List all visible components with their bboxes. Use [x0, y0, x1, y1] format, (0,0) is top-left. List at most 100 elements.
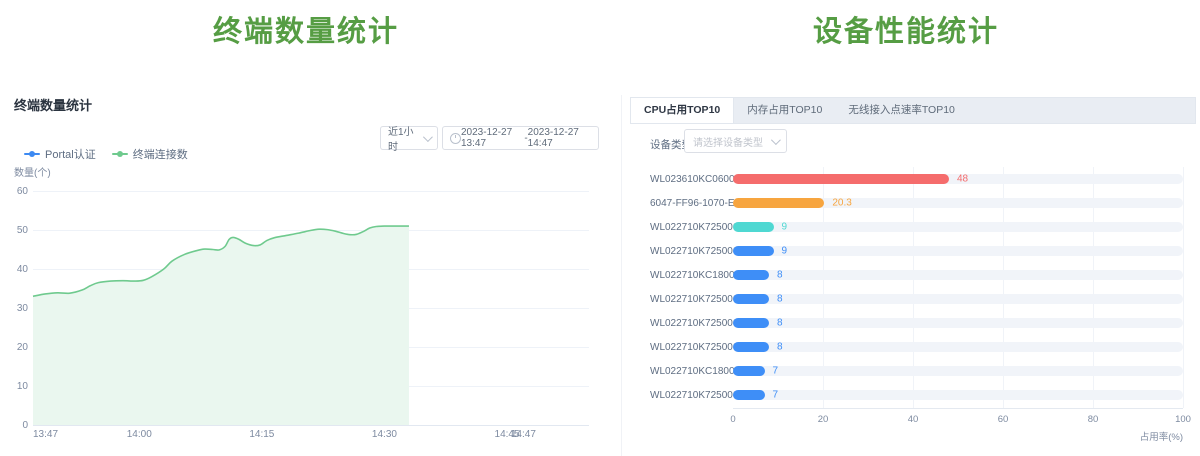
bar-fill	[733, 198, 824, 208]
bar-row: WL022710K725000470 7	[650, 383, 1183, 407]
bar-track: 8	[733, 294, 1183, 304]
bar-category-label: WL022710K725000102	[650, 222, 733, 233]
line-chart-svg	[33, 191, 589, 425]
bar-fill	[733, 174, 949, 184]
y-axis-title: 数量(个)	[14, 164, 51, 179]
bar-row: WL022710K725000307 8	[650, 311, 1183, 335]
chevron-down-icon	[771, 135, 781, 145]
bar-fill	[733, 342, 769, 352]
bar-fill	[733, 222, 774, 232]
bar-value-label: 8	[777, 342, 783, 353]
bar-track: 8	[733, 342, 1183, 352]
x-axis-unit: 占用率(%)	[1140, 429, 1183, 443]
y-tick-label: 30	[6, 303, 28, 314]
y-tick-label: 20	[6, 342, 28, 353]
bar-value-label: 8	[777, 318, 783, 329]
x-tick-label: 20	[818, 414, 829, 425]
bar-row: WL022710K725000369 8	[650, 335, 1183, 359]
bar-category-label: WL022710K725000272	[650, 294, 733, 305]
performance-tabs: CPU占用TOP10内存占用TOP10无线接入点速率TOP10	[630, 97, 1196, 124]
y-tick-label: 0	[6, 420, 28, 431]
bar-fill	[733, 270, 769, 280]
chevron-down-icon	[423, 132, 433, 142]
bar-chart: WL023610KC06000043 48 6047-FF96-1070-EF0A 2…	[650, 167, 1183, 407]
grid-line	[33, 425, 589, 426]
clock-icon	[450, 133, 461, 144]
bar-value-label: 20.3	[832, 198, 851, 209]
bar-value-label: 8	[777, 294, 783, 305]
bar-category-label: 6047-FF96-1070-EF0A	[650, 198, 733, 209]
bar-fill	[733, 246, 774, 256]
bar-value-label: 8	[777, 270, 783, 281]
legend-item[interactable]: 终端连接数	[112, 146, 188, 162]
bar-value-label: 7	[773, 366, 779, 377]
bar-category-label: WL022710K725000409	[650, 246, 733, 257]
x-tick-label: 14:15	[249, 429, 274, 440]
bar-category-label: WL022710K725000307	[650, 318, 733, 329]
bar-value-label: 9	[782, 246, 788, 257]
bar-row: 6047-FF96-1070-EF0A 20.3	[650, 191, 1183, 215]
bar-track: 48	[733, 174, 1183, 184]
bar-value-label: 48	[957, 174, 968, 185]
bar-track: 9	[733, 246, 1183, 256]
x-tick-label: 13:47	[33, 429, 58, 440]
bar-fill	[733, 318, 769, 328]
device-type-select[interactable]: 请选择设备类型	[684, 129, 787, 153]
device-type-placeholder: 请选择设备类型	[693, 134, 763, 149]
bar-row: WL023610KC06000043 48	[650, 167, 1183, 191]
bar-track: 8	[733, 318, 1183, 328]
y-tick-label: 50	[6, 225, 28, 236]
date-range-start: 2023-12-27 13:47	[461, 127, 524, 149]
bar-category-label: WL023610KC06000043	[650, 174, 733, 185]
time-range-select[interactable]: 近1小时	[380, 126, 438, 150]
bar-row: WL022710KC18000280 8	[650, 263, 1183, 287]
bar-category-label: WL022710K725000470	[650, 390, 733, 401]
x-tick-label: 14:00	[127, 429, 152, 440]
x-tick-label: 60	[998, 414, 1009, 425]
bar-row: WL022710K725000102 9	[650, 215, 1183, 239]
grid-line	[1183, 167, 1184, 408]
x-tick-label: 100	[1175, 414, 1191, 425]
bar-row: WL022710KC18000372 7	[650, 359, 1183, 383]
bar-value-label: 7	[773, 390, 779, 401]
legend-label: 终端连接数	[133, 146, 188, 162]
legend-marker-icon	[112, 153, 128, 155]
legend-label: Portal认证	[45, 146, 96, 162]
x-tick-label: 80	[1088, 414, 1099, 425]
line-chart-legend: Portal认证 终端连接数	[24, 146, 188, 162]
bar-category-label: WL022710KC18000372	[650, 366, 733, 377]
tab-0[interactable]: CPU占用TOP10	[631, 98, 734, 123]
time-range-value: 近1小时	[388, 123, 423, 153]
bar-fill	[733, 294, 769, 304]
bar-track: 9	[733, 222, 1183, 232]
x-tick-label: 40	[908, 414, 919, 425]
bar-category-label: WL022710K725000369	[650, 342, 733, 353]
bar-row: WL022710K725000272 8	[650, 287, 1183, 311]
bar-row: WL022710K725000409 9	[650, 239, 1183, 263]
terminal-section-heading: 终端数量统计	[0, 12, 612, 52]
bar-fill	[733, 390, 765, 400]
y-tick-label: 40	[6, 264, 28, 275]
x-tick-label: 0	[730, 414, 735, 425]
series-area	[33, 226, 409, 425]
tab-1[interactable]: 内存占用TOP10	[734, 98, 835, 123]
bar-category-label: WL022710KC18000280	[650, 270, 733, 281]
bar-track: 7	[733, 366, 1183, 376]
tab-2[interactable]: 无线接入点速率TOP10	[835, 98, 968, 123]
y-tick-label: 60	[6, 186, 28, 197]
line-plot: 010203040506013:4714:0014:1514:3014:4514…	[33, 191, 589, 425]
bar-value-label: 9	[782, 222, 788, 233]
bar-fill	[733, 366, 765, 376]
x-tick-label: 14:30	[372, 429, 397, 440]
date-range-end: 2023-12-27 14:47	[528, 127, 591, 149]
bar-chart-x-axis: 占用率(%) 020406080100	[733, 408, 1183, 439]
terminal-card-title: 终端数量统计	[14, 95, 92, 114]
legend-item[interactable]: Portal认证	[24, 146, 96, 162]
x-tick-label: 14:47	[511, 429, 536, 440]
y-tick-label: 10	[6, 381, 28, 392]
legend-marker-icon	[24, 153, 40, 155]
bar-track: 7	[733, 390, 1183, 400]
bar-track: 20.3	[733, 198, 1183, 208]
date-range-picker[interactable]: 2023-12-27 13:47 - 2023-12-27 14:47	[442, 126, 599, 150]
performance-section-heading: 设备性能统计	[612, 12, 1200, 52]
